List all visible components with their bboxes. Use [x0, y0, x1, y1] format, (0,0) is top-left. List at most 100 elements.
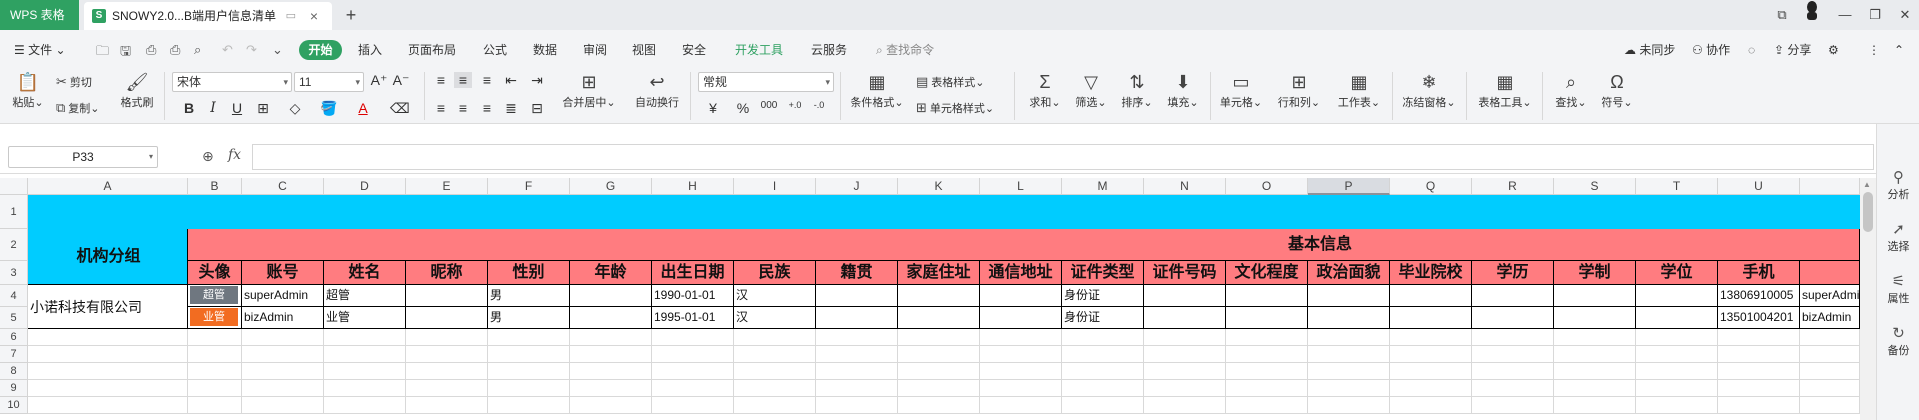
cell[interactable]: [816, 346, 898, 363]
cell[interactable]: [570, 307, 652, 329]
zoom-icon[interactable]: ⊕: [202, 148, 214, 165]
cell[interactable]: [1800, 397, 1860, 414]
cell[interactable]: [898, 285, 980, 307]
row-header-6[interactable]: 6: [0, 329, 28, 346]
table-tools-button[interactable]: ▦ 表格工具⌄: [1474, 70, 1536, 110]
print-icon[interactable]: ⎙: [170, 42, 180, 58]
cell[interactable]: [980, 380, 1062, 397]
section-header-cell[interactable]: 基本信息: [188, 229, 1860, 261]
cell[interactable]: [406, 307, 488, 329]
cell[interactable]: [28, 329, 188, 346]
column-title-cell[interactable]: [1800, 261, 1860, 285]
column-header-l[interactable]: L: [980, 178, 1062, 195]
column-title-cell[interactable]: 籍贯: [816, 261, 898, 285]
ethnic-cell[interactable]: 汉: [734, 285, 816, 307]
paste-button[interactable]: 📋 粘贴⌄: [10, 70, 46, 110]
birth-cell[interactable]: 1990-01-01: [652, 285, 734, 307]
cell[interactable]: [242, 363, 324, 380]
cell[interactable]: [1144, 363, 1226, 380]
org-name-cell[interactable]: 小诺科技有限公司: [28, 285, 188, 329]
menu-view[interactable]: 视图: [632, 40, 656, 60]
row-header-1[interactable]: 1: [0, 195, 28, 229]
align-bottom-icon[interactable]: ≡: [478, 72, 496, 88]
cell[interactable]: [1472, 346, 1554, 363]
cell[interactable]: [1144, 329, 1226, 346]
row-header-9[interactable]: 9: [0, 380, 28, 397]
cell[interactable]: [188, 363, 242, 380]
cell[interactable]: [1390, 363, 1472, 380]
cell[interactable]: [980, 363, 1062, 380]
align-left-icon[interactable]: ≡: [432, 100, 450, 116]
cell[interactable]: [570, 397, 652, 414]
cell[interactable]: [324, 329, 406, 346]
open-folder-icon[interactable]: 🗀: [96, 42, 109, 64]
distribute-icon[interactable]: ⊟: [528, 100, 546, 117]
cell[interactable]: [1718, 397, 1800, 414]
print-preview-icon[interactable]: ⌕: [194, 42, 201, 58]
cell-fill-icon[interactable]: ◇: [286, 100, 304, 117]
cell[interactable]: [1144, 346, 1226, 363]
name-cell[interactable]: 业管: [324, 307, 406, 329]
increase-decimal-icon[interactable]: +.0: [786, 100, 804, 110]
cell[interactable]: [28, 346, 188, 363]
cell[interactable]: [1308, 285, 1390, 307]
column-header-s[interactable]: S: [1554, 178, 1636, 195]
cell[interactable]: [1472, 307, 1554, 329]
vertical-scrollbar[interactable]: ▲: [1860, 178, 1876, 420]
conditional-format-button[interactable]: ▦ 条件格式⌄: [848, 70, 906, 110]
cell[interactable]: [1226, 285, 1308, 307]
comment-icon[interactable]: ◌: [1748, 40, 1755, 60]
cell[interactable]: [1636, 346, 1718, 363]
column-header-r[interactable]: R: [1472, 178, 1554, 195]
more-icon[interactable]: ⋮: [1868, 40, 1880, 60]
menu-cloud[interactable]: 云服务: [811, 40, 847, 60]
cell[interactable]: [898, 346, 980, 363]
cell-button[interactable]: ▭ 单元格⌄: [1216, 70, 1266, 110]
cell[interactable]: [1800, 346, 1860, 363]
menu-developer[interactable]: 开发工具: [735, 40, 783, 60]
column-title-cell[interactable]: 证件类型: [1062, 261, 1144, 285]
align-center-icon[interactable]: ≡: [454, 100, 472, 116]
column-header-i[interactable]: I: [734, 178, 816, 195]
percent-icon[interactable]: %: [734, 100, 752, 116]
birth-cell[interactable]: 1995-01-01: [652, 307, 734, 329]
gender-cell[interactable]: 男: [488, 285, 570, 307]
cell[interactable]: [652, 397, 734, 414]
app-tab[interactable]: WPS 表格: [0, 0, 79, 30]
cell[interactable]: [1226, 329, 1308, 346]
cell[interactable]: [1800, 329, 1860, 346]
spreadsheet-grid[interactable]: A B C D E F G H I J K L M N O P Q R S T U 1 2 3 4 5 6 7 8 9 10 机构分组 基本信息…: [0, 178, 1860, 420]
cell[interactable]: [980, 307, 1062, 329]
cell[interactable]: [1718, 363, 1800, 380]
save-icon[interactable]: 🖫: [120, 42, 131, 64]
cell[interactable]: [1226, 307, 1308, 329]
clear-icon[interactable]: ⌫: [390, 100, 410, 117]
cell[interactable]: [1308, 307, 1390, 329]
find-button[interactable]: ⌕ 查找⌄: [1550, 70, 1592, 110]
column-header-m[interactable]: M: [1062, 178, 1144, 195]
cell[interactable]: [406, 380, 488, 397]
row-header-4[interactable]: 4: [0, 285, 28, 307]
cell[interactable]: [980, 329, 1062, 346]
cell[interactable]: [1226, 346, 1308, 363]
menu-start[interactable]: 开始: [299, 40, 342, 60]
column-title-cell[interactable]: 年龄: [570, 261, 652, 285]
cell[interactable]: [898, 380, 980, 397]
cell[interactable]: [324, 397, 406, 414]
column-header-q[interactable]: Q: [1390, 178, 1472, 195]
menu-insert[interactable]: 插入: [358, 40, 382, 60]
column-title-cell[interactable]: 通信地址: [980, 261, 1062, 285]
name-box[interactable]: P33 ▾: [8, 146, 158, 168]
column-header-g[interactable]: G: [570, 178, 652, 195]
justify-icon[interactable]: ≣: [502, 100, 520, 117]
thousands-icon[interactable]: 000: [760, 100, 778, 111]
format-painter-button[interactable]: 🖌 格式刷: [116, 70, 158, 110]
cell[interactable]: [242, 346, 324, 363]
cell[interactable]: [242, 397, 324, 414]
scroll-up-icon[interactable]: ▲: [1863, 180, 1871, 189]
decrease-decimal-icon[interactable]: -.0: [810, 100, 828, 110]
select-button[interactable]: ➚ 选择: [1877, 220, 1919, 254]
auto-wrap-button[interactable]: ↩ 自动换行: [628, 70, 686, 110]
column-header-j[interactable]: J: [816, 178, 898, 195]
cell[interactable]: [1554, 397, 1636, 414]
